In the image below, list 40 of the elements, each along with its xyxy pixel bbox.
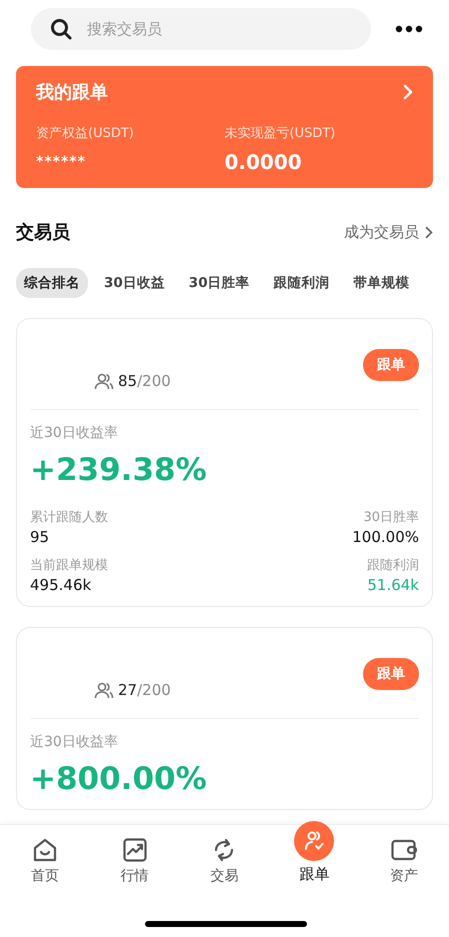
- sort-tab[interactable]: 30日胜率: [180, 268, 258, 298]
- nav-item[interactable]: 交易: [180, 825, 270, 902]
- stat-value: 100.00%: [352, 528, 419, 546]
- stat-label: 累计跟随人数: [30, 509, 109, 526]
- chart-icon: [122, 837, 148, 863]
- stat-label: 30日胜率: [363, 509, 419, 526]
- stat-label: 当前跟单规模: [30, 557, 109, 574]
- sort-tab[interactable]: 带单规模: [346, 268, 418, 298]
- nav-item[interactable]: 行情: [90, 825, 180, 902]
- follower-count: 85/200: [118, 372, 171, 390]
- roi-value: +800.00%: [30, 761, 208, 797]
- field-value: ******: [36, 153, 87, 170]
- chevron-right-icon: [403, 84, 413, 100]
- card-title: 我的跟单: [36, 81, 108, 104]
- people-icon: [94, 372, 114, 390]
- field-label: 资产权益(USDT): [36, 125, 135, 142]
- home-icon: [32, 837, 58, 863]
- nav-item[interactable]: 首页: [0, 825, 90, 902]
- roi-value: +239.38%: [30, 452, 208, 488]
- more-icon[interactable]: [395, 25, 423, 33]
- people-icon: [94, 681, 114, 699]
- section-title: 交易员: [16, 221, 70, 244]
- nav-item[interactable]: 资产: [359, 825, 449, 902]
- field-value: 0.0000: [224, 150, 303, 174]
- roi-label: 近30日收益率: [30, 733, 119, 751]
- stat-value: 51.64k: [367, 576, 419, 594]
- wallet-icon: [390, 837, 418, 863]
- field-label: 未实现盈亏(USDT): [224, 125, 336, 142]
- become-trader-link[interactable]: 成为交易员: [344, 222, 419, 242]
- sort-tab[interactable]: 跟随利润: [266, 268, 338, 298]
- stat-value: 495.46k: [30, 576, 92, 594]
- chevron-right-icon: [425, 226, 433, 238]
- stat-label: 跟随利润: [367, 557, 419, 574]
- follower-count: 27/200: [118, 681, 171, 699]
- sort-tab[interactable]: 30日收益: [96, 268, 173, 298]
- stat-value: 95: [30, 528, 50, 546]
- nav-item[interactable]: 跟单: [269, 821, 360, 886]
- sort-tab[interactable]: 综合排名: [16, 268, 88, 298]
- search-field[interactable]: 搜索交易员: [31, 8, 371, 50]
- roi-label: 近30日收益率: [30, 424, 119, 442]
